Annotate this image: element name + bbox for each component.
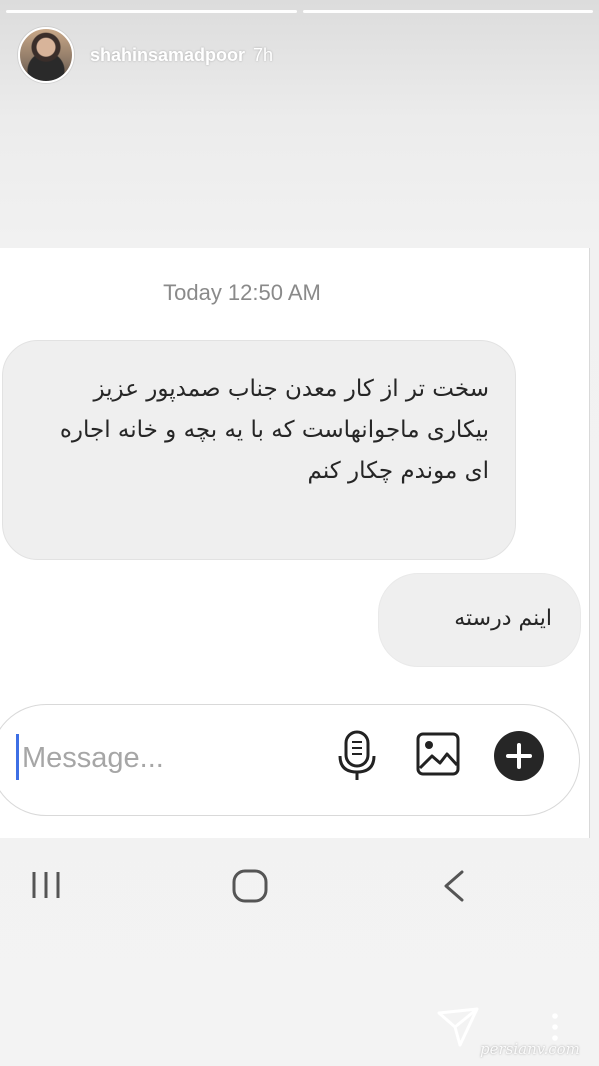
text-caret — [16, 734, 19, 780]
story-header: shahinsamadpoor 7h — [18, 26, 273, 84]
story-progress — [6, 10, 593, 14]
gallery-icon[interactable] — [416, 732, 460, 776]
more-options-icon[interactable] — [548, 1012, 562, 1042]
recent-apps-icon[interactable] — [30, 868, 64, 902]
android-navbar — [0, 838, 599, 932]
received-message-bubble[interactable]: سخت تر از کار معدن جناب صمدپور عزیز بیکا… — [2, 340, 516, 560]
back-icon[interactable] — [440, 868, 468, 904]
home-icon[interactable] — [230, 868, 270, 904]
microphone-icon[interactable] — [336, 730, 378, 782]
message-timestamp: Today 12:50 AM — [163, 280, 321, 305]
progress-segment — [6, 10, 297, 13]
watermark: persianv.com — [480, 1040, 580, 1058]
send-icon[interactable] — [436, 1005, 480, 1049]
sent-message-text: اینم درسته — [454, 606, 552, 631]
progress-segment — [302, 10, 593, 13]
plus-icon[interactable] — [493, 730, 545, 782]
avatar[interactable] — [18, 27, 74, 83]
username[interactable]: shahinsamadpoor — [90, 45, 245, 66]
message-input[interactable] — [22, 736, 312, 780]
sent-message-bubble[interactable]: اینم درسته — [378, 573, 581, 667]
received-message-text: سخت تر از کار معدن جناب صمدپور عزیز بیکا… — [59, 376, 489, 484]
post-time: 7h — [253, 44, 274, 65]
